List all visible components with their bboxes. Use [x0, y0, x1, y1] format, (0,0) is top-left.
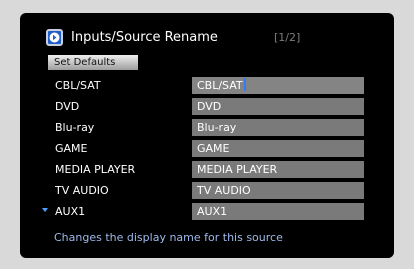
source-name-text: MEDIA PLAYER	[197, 163, 278, 176]
source-label: TV AUDIO	[55, 184, 109, 197]
source-label: AUX1	[55, 205, 86, 218]
scroll-down-arrow-icon	[42, 208, 48, 212]
source-name-field[interactable]: DVD	[192, 98, 364, 115]
source-name-field[interactable]: AUX1	[192, 203, 364, 220]
source-name-field[interactable]: Blu-ray	[192, 119, 364, 136]
input-source-icon	[46, 29, 63, 46]
source-name-text: DVD	[197, 100, 222, 113]
source-row[interactable]: TV AUDIO TV AUDIO	[20, 182, 394, 199]
source-row[interactable]: CBL/SAT CBL/SAT	[20, 77, 394, 94]
source-label: DVD	[55, 100, 80, 113]
source-label: Blu-ray	[55, 121, 95, 134]
page-indicator: [1/2]	[274, 31, 301, 44]
source-row[interactable]: Blu-ray Blu-ray	[20, 119, 394, 136]
source-name-field[interactable]: MEDIA PLAYER	[192, 161, 364, 178]
source-label: CBL/SAT	[55, 79, 101, 92]
menu-title: Inputs/Source Rename	[71, 30, 218, 45]
source-label: MEDIA PLAYER	[55, 163, 136, 176]
source-row[interactable]: MEDIA PLAYER MEDIA PLAYER	[20, 161, 394, 178]
source-label: GAME	[55, 142, 88, 155]
set-defaults-button[interactable]: Set Defaults	[48, 55, 138, 70]
source-name-field[interactable]: CBL/SAT	[192, 77, 364, 94]
rename-screen: Inputs/Source Rename [1/2] Set Defaults …	[20, 13, 394, 258]
source-row[interactable]: AUX1 AUX1	[20, 203, 394, 220]
source-name-text: CBL/SAT	[197, 79, 243, 92]
help-text: Changes the display name for this source	[54, 231, 283, 244]
source-row[interactable]: GAME GAME	[20, 140, 394, 157]
source-name-text: TV AUDIO	[197, 184, 251, 197]
source-name-text: GAME	[197, 142, 230, 155]
source-name-field[interactable]: TV AUDIO	[192, 182, 364, 199]
text-cursor	[243, 78, 246, 91]
source-name-text: AUX1	[197, 205, 228, 218]
arrow-right-icon	[49, 32, 60, 43]
source-name-text: Blu-ray	[197, 121, 237, 134]
source-row[interactable]: DVD DVD	[20, 98, 394, 115]
source-name-field[interactable]: GAME	[192, 140, 364, 157]
